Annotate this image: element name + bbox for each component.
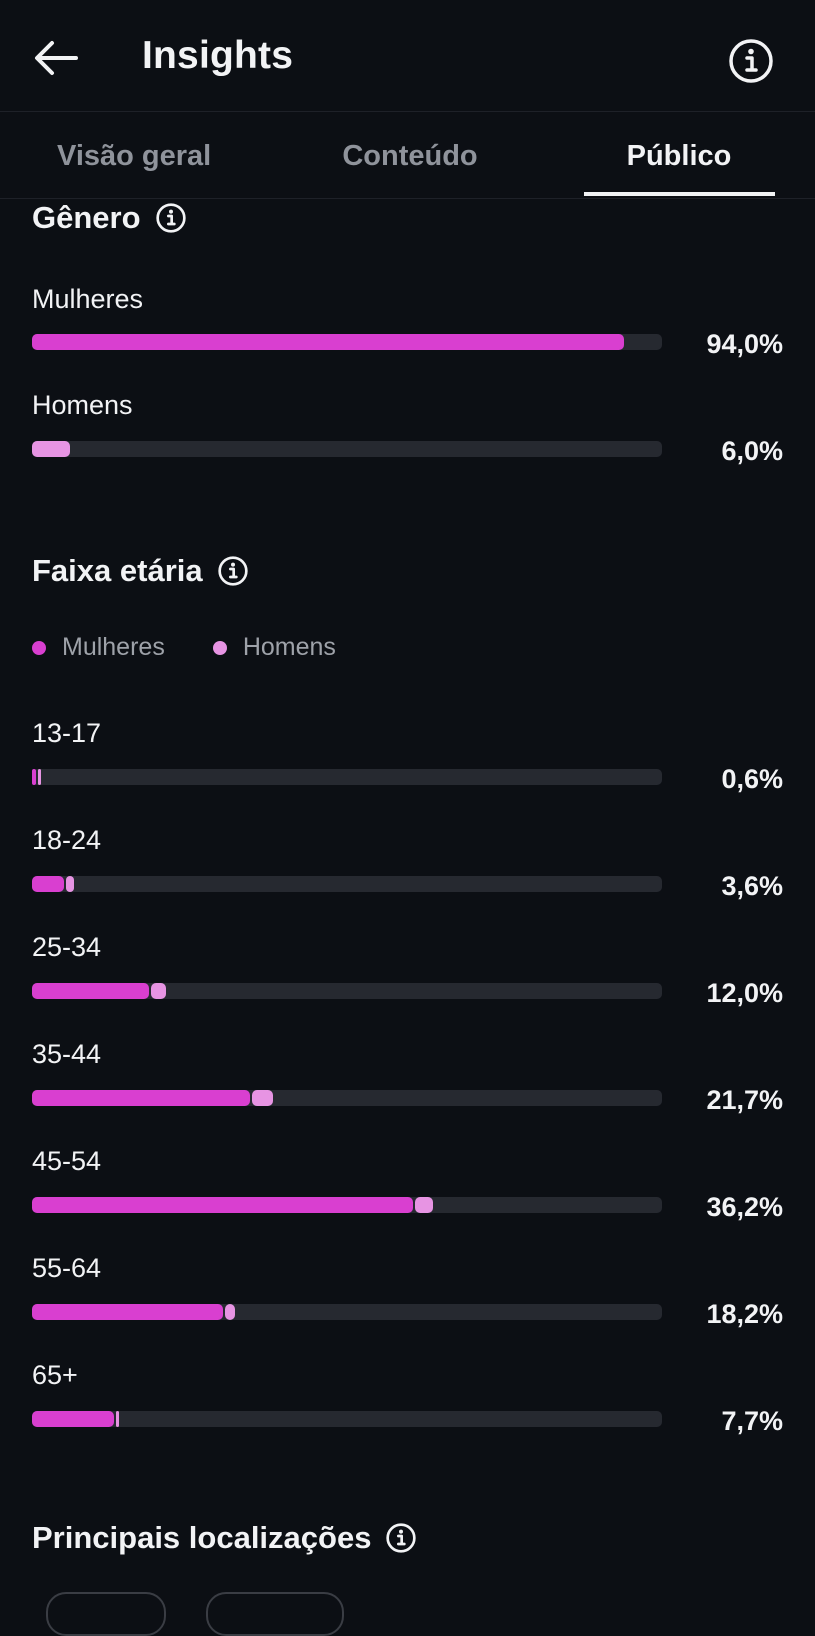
legend-label-women: Mulheres <box>62 633 165 661</box>
age-label: 35-44 <box>32 1039 102 1069</box>
age-title-text: Faixa etária <box>32 553 203 588</box>
age-track <box>32 769 662 785</box>
gender-title-text: Gênero <box>32 200 141 235</box>
age-label: 65+ <box>32 1360 78 1390</box>
arrow-left-icon <box>35 41 78 75</box>
age-percent: 12,0% <box>706 978 783 1008</box>
age-bar-men <box>115 1411 119 1427</box>
location-filter-chip-2[interactable] <box>206 1592 344 1636</box>
age-track <box>32 876 662 892</box>
age-bar-men <box>38 769 42 785</box>
age-percent: 21,7% <box>706 1085 783 1115</box>
info-circle-icon <box>729 39 773 83</box>
tab-bar: Visão geral Conteúdo Público <box>0 112 815 199</box>
gender-bar-women <box>32 334 625 350</box>
age-label: 18-24 <box>32 825 102 855</box>
legend-dot-men <box>212 640 227 655</box>
age-bar-women <box>32 1304 223 1320</box>
age-section-title: Faixa etária <box>32 553 249 589</box>
tab-overview[interactable]: Visão geral <box>57 140 217 173</box>
legend-women: Mulheres <box>32 633 165 662</box>
back-button[interactable] <box>28 32 84 84</box>
info-circle-icon[interactable] <box>385 1522 417 1554</box>
age-bar-women <box>32 983 149 999</box>
age-label: 25-34 <box>32 932 102 962</box>
age-label: 13-17 <box>32 718 102 748</box>
gender-track-men <box>32 441 662 457</box>
legend-label-men: Homens <box>242 633 336 661</box>
info-circle-icon[interactable] <box>155 202 187 234</box>
age-legend: Mulheres Homens <box>32 633 384 662</box>
top-bar: Insights <box>0 0 815 112</box>
gender-percent-men: 6,0% <box>721 436 783 466</box>
age-bar-men <box>252 1090 274 1106</box>
age-bar-women <box>32 876 64 892</box>
age-percent: 3,6% <box>721 871 783 901</box>
age-percent: 36,2% <box>706 1192 783 1222</box>
locations-section-title: Principais localizações <box>32 1520 417 1556</box>
age-bar-women <box>32 1197 414 1213</box>
age-bar-men <box>415 1197 434 1213</box>
info-button[interactable] <box>726 36 776 86</box>
gender-section-title: Gênero <box>32 200 187 236</box>
age-bar-women <box>32 769 37 785</box>
gender-label-men: Homens <box>32 390 133 420</box>
legend-dot-women <box>32 640 46 655</box>
age-percent: 0,6% <box>721 764 783 794</box>
tab-content[interactable]: Conteúdo <box>320 140 500 173</box>
gender-label-women: Mulheres <box>32 284 144 314</box>
age-label: 45-54 <box>32 1146 102 1176</box>
locations-title-text: Principais localizações <box>32 1520 372 1555</box>
age-bar-men <box>150 983 167 999</box>
age-label: 55-64 <box>32 1253 102 1283</box>
age-bar-men <box>224 1304 235 1320</box>
age-bar-men <box>65 876 74 892</box>
legend-men: Homens <box>212 633 336 662</box>
page-title: Insights <box>142 34 294 77</box>
active-tab-indicator <box>584 192 775 196</box>
tab-audience[interactable]: Público <box>584 140 774 173</box>
gender-percent-women: 94,0% <box>706 329 783 359</box>
age-percent: 7,7% <box>721 1406 783 1436</box>
age-track <box>32 1411 662 1427</box>
gender-bar-men <box>32 441 70 457</box>
age-bar-women <box>32 1090 251 1106</box>
age-bar-women <box>32 1411 114 1427</box>
age-percent: 18,2% <box>706 1299 783 1329</box>
info-circle-icon[interactable] <box>217 555 249 587</box>
location-filter-chip-1[interactable] <box>46 1592 166 1636</box>
